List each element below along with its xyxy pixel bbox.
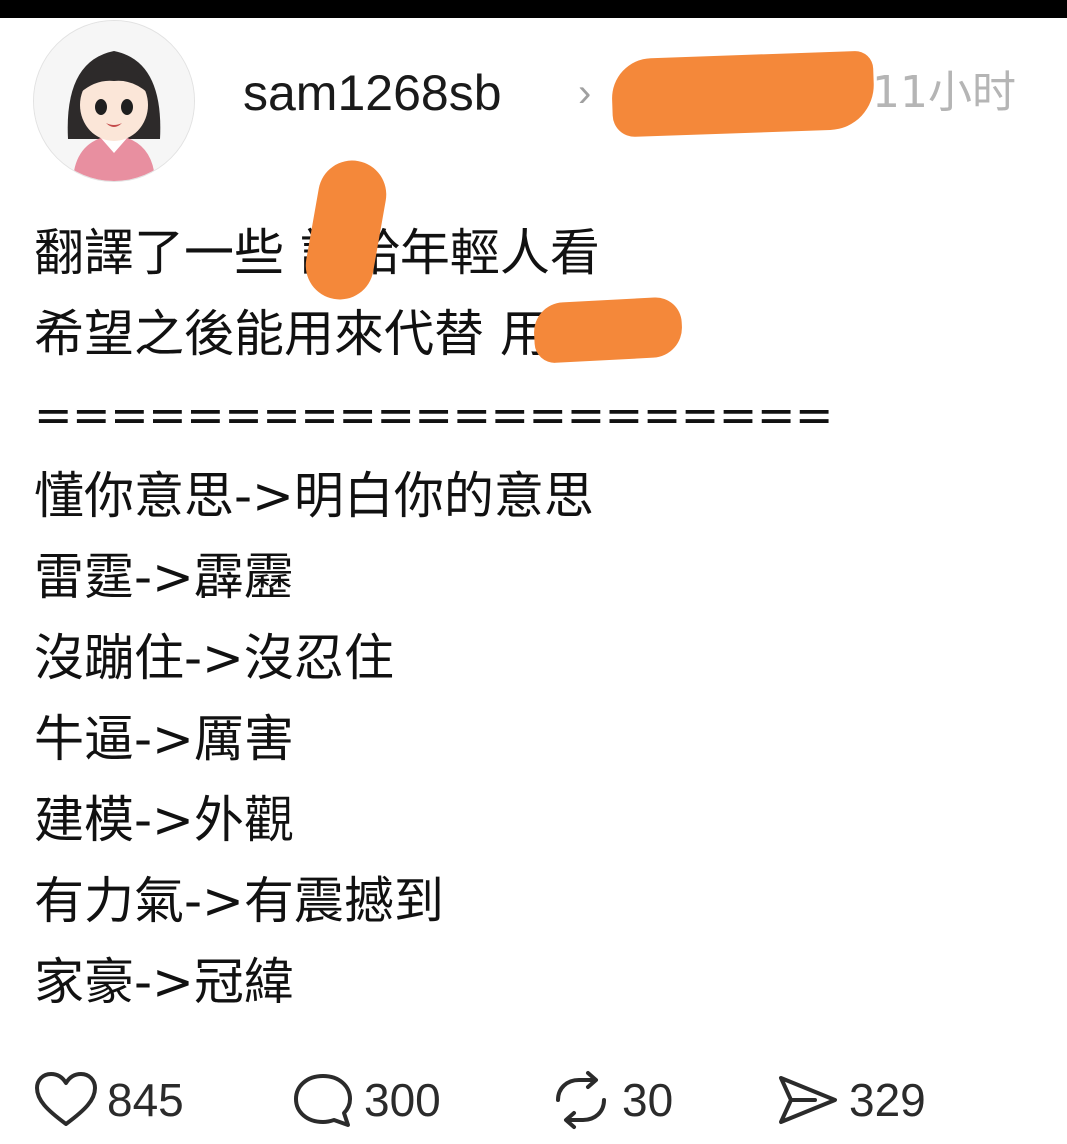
- post-line: 希望之後能用來代替 用語: [34, 305, 600, 363]
- post-body: 翻譯了一些 語給年輕人看 希望之後能用來代替 用語 ==============…: [34, 213, 874, 1023]
- redaction-mark: [532, 296, 684, 364]
- repost-arrows-icon: [556, 1071, 606, 1129]
- share-button[interactable]: 329: [775, 1070, 926, 1130]
- repost-count: 30: [622, 1074, 674, 1126]
- post-line: 牛逼->厲害: [34, 710, 294, 768]
- avatar-illustration: [34, 21, 194, 181]
- post-line: 沒蹦住->沒忍住: [34, 629, 394, 687]
- send-icon: [779, 1076, 837, 1124]
- post-line: 翻譯了一些 語給年輕人看: [34, 224, 600, 282]
- avatar[interactable]: [33, 20, 195, 182]
- post-line: 雷霆->霹靂: [34, 548, 294, 606]
- top-black-bar: [0, 0, 1067, 18]
- author-username[interactable]: sam1268sb: [243, 58, 502, 128]
- redaction-mark: [610, 50, 876, 138]
- post-timestamp: 11小时: [872, 67, 1016, 118]
- post-line: 懂你意思->明白你的意思: [34, 467, 594, 525]
- post-line: 家豪->冠緯: [34, 953, 294, 1011]
- share-count: 329: [849, 1074, 926, 1126]
- like-button[interactable]: 845: [33, 1070, 184, 1130]
- repost-button[interactable]: 30: [548, 1070, 673, 1130]
- post-action-bar: 845 300 30 329: [0, 1060, 1067, 1140]
- reply-count: 300: [364, 1074, 441, 1126]
- post-line: 有力氣->有震撼到: [34, 872, 444, 930]
- like-count: 845: [107, 1074, 184, 1126]
- speech-bubble-icon: [294, 1074, 352, 1127]
- chevron-right-icon[interactable]: ›: [578, 60, 591, 126]
- post-divider-line: =====================: [34, 388, 833, 442]
- reply-button[interactable]: 300: [290, 1070, 441, 1130]
- heart-icon: [35, 1072, 97, 1126]
- post-line: 建模->外觀: [34, 791, 294, 849]
